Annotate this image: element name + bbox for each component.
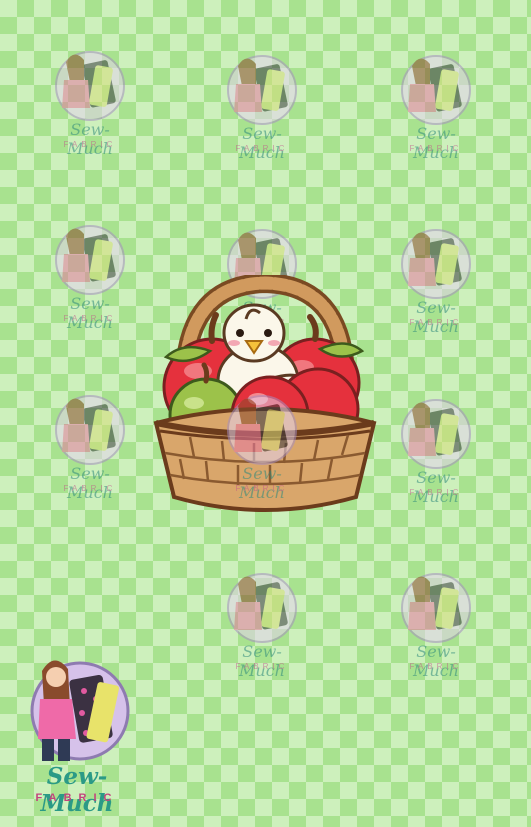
seamstress-icon <box>55 395 125 465</box>
watermark-sub: FABRIC <box>409 318 463 327</box>
watermark-brand: Sew-Much <box>239 464 285 502</box>
watermark: Sew-Much FABRIC <box>48 48 132 158</box>
watermark-sub: FABRIC <box>235 484 289 493</box>
brand-logo: Sew-Much FABRIC <box>14 655 140 817</box>
seamstress-icon <box>227 55 297 125</box>
watermark: Sew-Much FABRIC <box>394 396 478 506</box>
watermark: Sew-Much FABRIC <box>220 570 304 680</box>
watermark: Sew-Much FABRIC <box>48 222 132 332</box>
seamstress-icon <box>401 55 471 125</box>
watermark-sub: FABRIC <box>63 140 117 149</box>
seamstress-icon <box>401 573 471 643</box>
watermark-brand: Sew-Much <box>67 464 113 502</box>
watermark-brand: Sew-Much <box>239 642 285 680</box>
watermark-sub: FABRIC <box>409 662 463 671</box>
watermark-brand: Sew-Much <box>413 468 459 506</box>
seamstress-icon <box>401 399 471 469</box>
logo-brand-text: Sew-Much <box>40 763 114 817</box>
seamstress-logo-icon <box>30 660 130 761</box>
watermark-brand: Sew-Much <box>67 120 113 158</box>
seamstress-icon <box>55 51 125 121</box>
watermark: Sew-Much FABRIC <box>394 226 478 336</box>
logo-sub-text: FABRIC <box>35 792 119 804</box>
watermark-sub: FABRIC <box>235 662 289 671</box>
watermark-sub: FABRIC <box>409 144 463 153</box>
seamstress-icon <box>401 229 471 299</box>
seamstress-icon <box>55 225 125 295</box>
watermark: Sew-Much FABRIC <box>48 392 132 502</box>
watermark-brand: Sew-Much <box>413 124 459 162</box>
watermark-sub: FABRIC <box>235 144 289 153</box>
watermark-sub: FABRIC <box>63 314 117 323</box>
watermark-sub: FABRIC <box>63 484 117 493</box>
watermark: Sew-Much FABRIC <box>220 52 304 162</box>
watermark-brand: Sew-Much <box>413 298 459 336</box>
watermark: Sew-Much FABRIC <box>394 52 478 162</box>
watermark: Sew-Much FABRIC <box>220 392 304 502</box>
watermark: Sew-Much FABRIC <box>394 570 478 680</box>
watermark-sub: FABRIC <box>409 488 463 497</box>
watermark-brand: Sew-Much <box>67 294 113 332</box>
seamstress-icon <box>227 573 297 643</box>
watermark-brand: Sew-Much <box>239 124 285 162</box>
seamstress-icon <box>227 395 297 465</box>
watermark-brand: Sew-Much <box>413 642 459 680</box>
